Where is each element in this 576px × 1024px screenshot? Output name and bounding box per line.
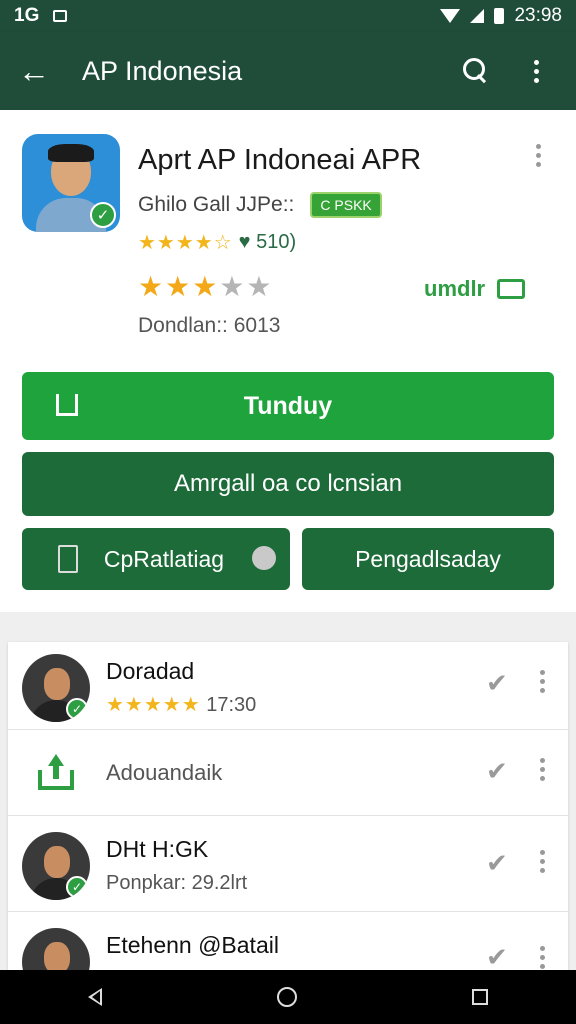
list-item-title: Etehenn @Batail [106,932,279,958]
avatar: ✓ [22,654,90,722]
category-chip: C PSKK [310,192,382,218]
app-detail-card: ✓ Aprt AP Indoneai APR Ghilo Gall JJPe::… [0,110,576,612]
page-title: AP Indonesia [82,55,243,86]
more-vert-icon[interactable] [540,670,545,693]
avatar: ✓ [22,832,90,900]
app-icon: ✓ [22,134,120,232]
card-more-icon[interactable] [536,144,541,167]
downloads-count: Dondlan:: 6013 [138,314,281,337]
left-action-button[interactable]: CpRatlatiag [22,528,290,590]
share-icon [56,394,78,416]
search-icon [463,58,489,84]
check-icon[interactable]: ✔ [486,668,508,699]
green-label-text: umdlr [424,276,486,301]
status-bar: 1G 23:98 [0,0,576,32]
back-arrow-icon[interactable]: ← [18,53,68,90]
battery-icon [494,8,505,24]
status-left-text: 1G [14,5,40,26]
document-icon [58,545,78,573]
filled-stars: ★★★ [138,271,220,302]
status-time: 23:98 [514,5,562,26]
more-vert-icon[interactable] [540,946,545,969]
list-item[interactable]: ✓ Doradad ★★★★★ 17:30 ✔ [8,642,568,730]
list-item-subtitle: Ponpkar: 29.2lrt [106,872,248,894]
install-label: Tunduy [243,391,333,420]
right-action-label: Pengadlsaday [355,545,501,572]
notification-icon [53,10,68,22]
rating-summary: ★★★★☆ ♥ 510) [138,230,296,255]
check-icon[interactable]: ✔ [486,848,508,879]
verified-check-icon: ✓ [66,876,88,898]
check-icon[interactable]: ✔ [486,942,508,970]
secondary-action-button[interactable]: Amrgall oa co lcnsian [22,452,554,516]
verified-check-icon: ✓ [66,698,88,720]
nav-back-icon[interactable] [87,988,102,1006]
list-item[interactable]: Adouandaik ✔ [8,730,568,816]
overflow-menu-button[interactable] [514,49,558,93]
nav-recents-icon[interactable] [472,989,489,1005]
list-item-title: Adouandaik [106,760,223,785]
developer-name[interactable]: Ghilo Gall JJPe:: [138,193,294,217]
nav-home-icon[interactable] [276,987,297,1007]
secondary-action-label: Amrgall oa co lcnsian [173,470,403,497]
list-item-title: DHt H:GK [106,836,209,862]
list-item-subtitle: ★★★★★ 17:30 [106,692,256,717]
empty-stars: ★★ [219,271,274,302]
app-title: Aprt AP Indoneai APR [138,144,422,176]
window-icon [497,279,526,299]
install-button[interactable]: Tunduy [22,372,554,440]
list-item[interactable]: ✓ DHt H:GK Ponpkar: 29.2lrt ✔ [8,816,568,912]
circle-icon [252,546,276,570]
search-button[interactable] [454,49,498,93]
app-bar: ← AP Indonesia [0,32,576,110]
list-item[interactable]: Etehenn @Batail ✔ [8,912,568,970]
rating-stars: ★★★★☆ [138,232,233,254]
signal-icon [470,9,485,23]
wifi-icon [440,9,461,23]
left-action-label: CpRatlatiag [103,545,225,572]
list-item-title: Doradad [106,658,195,684]
rating-count: ♥ 510) [238,231,297,253]
check-icon[interactable]: ✔ [486,756,508,787]
reviews-list: ✓ Doradad ★★★★★ 17:30 ✔ Adouandaik ✔ ✓ D… [8,642,568,970]
more-vert-icon[interactable] [540,850,545,873]
green-label[interactable]: umdlr [424,276,526,302]
right-action-button[interactable]: Pengadlsaday [302,528,554,590]
developer-line: Ghilo Gall JJPe:: C PSKK [138,192,382,218]
more-vert-icon [533,59,539,83]
list-item-time: 17:30 [206,694,257,716]
navigation-bar [0,970,576,1024]
avatar [22,928,90,970]
more-vert-icon[interactable] [540,758,545,781]
list-item-stars: ★★★★★ [106,694,201,716]
user-rating-stars[interactable]: ★★★★★ [138,270,274,303]
download-icon [38,754,74,790]
verified-check-icon: ✓ [90,202,116,228]
